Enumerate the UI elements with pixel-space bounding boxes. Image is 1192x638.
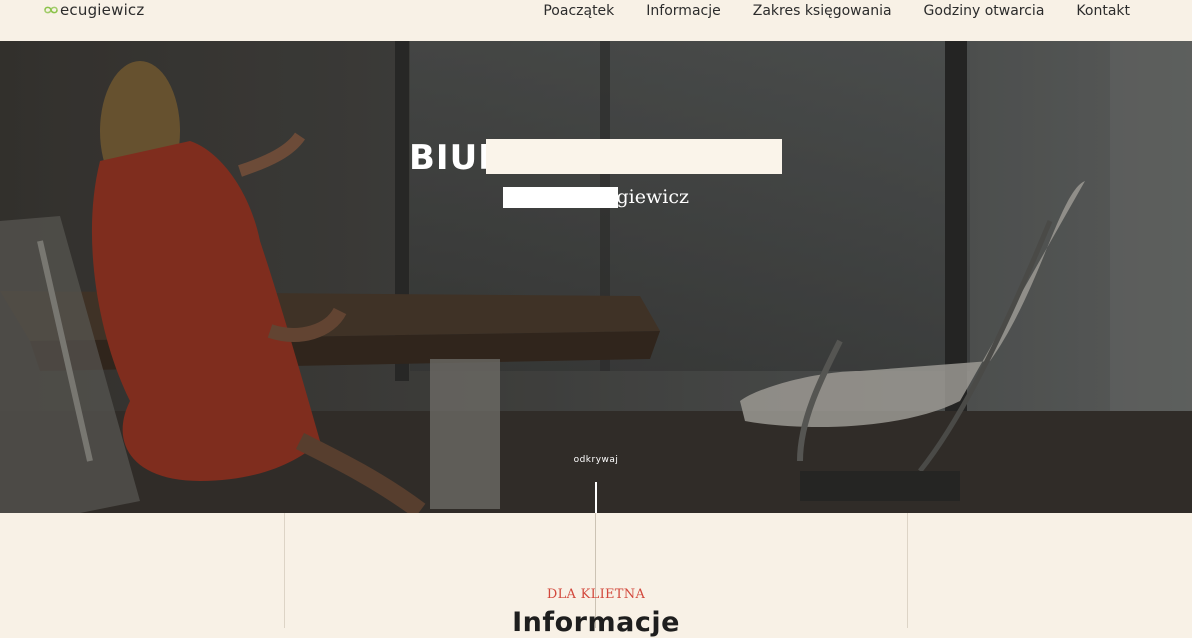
scroll-indicator-line (595, 482, 597, 513)
scroll-discover-label[interactable]: odkrywaj (0, 455, 1192, 465)
logo[interactable]: ecugiewicz (43, 1, 144, 19)
redaction-block (503, 187, 618, 208)
hero-overlay (0, 41, 1192, 513)
nav-item-start[interactable]: Poaczątek (543, 1, 614, 21)
section-kicker: DLA KLIETNA (546, 587, 646, 602)
redaction-block (486, 139, 782, 174)
infinity-logo-icon (44, 6, 58, 14)
section-title: Informacje (512, 607, 680, 638)
nav-item-hours[interactable]: Godziny otwarcia (924, 1, 1045, 21)
main-nav: Poaczątek Informacje Zakres księgowania … (543, 1, 1130, 21)
info-section: DLA KLIETNA Informacje (0, 513, 1192, 638)
logo-text: ecugiewicz (60, 1, 145, 19)
nav-item-contact[interactable]: Kontakt (1076, 1, 1130, 21)
hero-section: BIURO ugiewicz odkrywaj (0, 41, 1192, 513)
site-header: ecugiewicz Poaczątek Informacje Zakres k… (0, 0, 1192, 41)
nav-item-info[interactable]: Informacje (646, 1, 720, 21)
hero-title: BIURO (409, 138, 487, 178)
nav-item-scope[interactable]: Zakres księgowania (753, 1, 892, 21)
